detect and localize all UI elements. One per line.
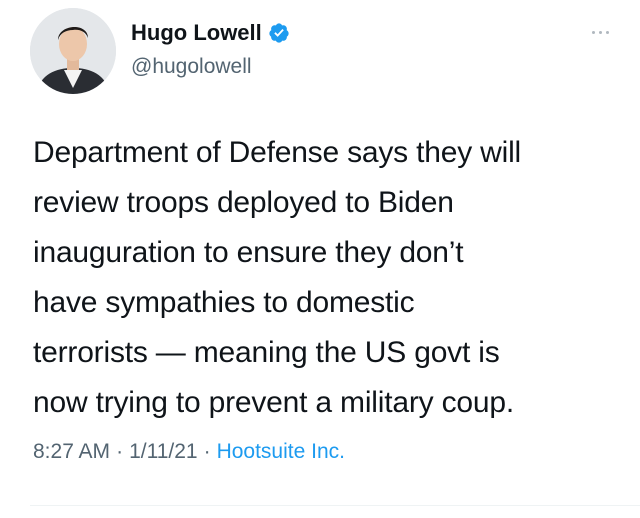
tweet-text-line: inauguration to ensure they don’t (33, 236, 464, 269)
tweet-text-line: terrorists — meaning the US govt is (33, 336, 500, 369)
profile-photo-icon (30, 8, 116, 94)
tweet-text-line: Department of Defense says they will (33, 136, 522, 169)
meta-separator: · (116, 440, 124, 463)
verified-badge-icon (268, 22, 290, 44)
divider (30, 505, 640, 506)
tweet-text-line: review troops deployed to Biden (33, 186, 454, 219)
tweet-card: Hugo Lowell @hugolowell Department of De… (0, 0, 640, 518)
tweet-text: Department of Defense says they will rev… (33, 128, 633, 428)
tweet-date[interactable]: 1/11/21 (129, 440, 198, 464)
tweet-text-line: now trying to prevent a military coup. (33, 386, 514, 419)
tweet-meta: 8:27 AM · 1/11/21 · Hootsuite Inc. (33, 440, 345, 464)
more-options-icon[interactable] (580, 22, 620, 42)
author-name-row: Hugo Lowell (131, 18, 290, 48)
tweet-source-link[interactable]: Hootsuite Inc. (217, 440, 345, 464)
tweet-text-line: have sympathies to domestic (33, 286, 415, 319)
meta-separator: · (203, 440, 211, 463)
tweet-time[interactable]: 8:27 AM (33, 440, 110, 464)
avatar[interactable] (30, 8, 116, 94)
author-handle[interactable]: @hugolowell (131, 55, 252, 79)
author-display-name[interactable]: Hugo Lowell (131, 20, 262, 46)
